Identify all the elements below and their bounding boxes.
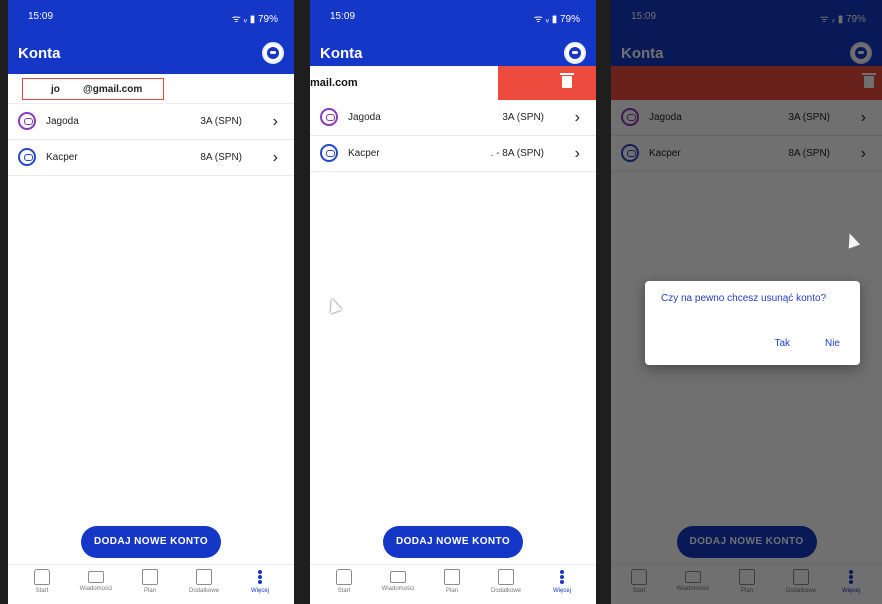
nav-extra[interactable]: Dodatkowe xyxy=(480,569,532,594)
app-bar: Konta xyxy=(8,34,294,74)
email-prefix: jo xyxy=(51,84,60,95)
bottom-nav: Start Wiadomości Plan Dodatkowe Więcej xyxy=(310,564,596,604)
account-class: 8A (SPN) xyxy=(200,152,242,163)
nav-messages[interactable]: Wiadomości xyxy=(70,569,122,592)
email-field[interactable]: jo @gmail.com xyxy=(22,78,164,100)
battery-text: 79% xyxy=(559,14,580,25)
delete-dialog: Czy na pewno chcesz usunąć konto? Tak Ni… xyxy=(645,281,860,365)
dialog-message: Czy na pewno chcesz usunąć konto? xyxy=(661,293,827,304)
email-row[interactable]: jo @gmail.com xyxy=(8,74,294,104)
status-bar: 15:09 ᯤ ᵥ ▮ 79% xyxy=(310,0,596,34)
account-row-kacper[interactable]: Kacper . - 8A (SPN) › xyxy=(310,136,596,172)
nav-extra[interactable]: Dodatkowe xyxy=(178,569,230,594)
avatar-icon xyxy=(18,148,36,166)
screen-swipe-delete: 15:09 ᯤ ᵥ ▮ 79% Konta mail.com Jagoda 3A… xyxy=(310,0,596,604)
chevron-right-icon: › xyxy=(272,149,278,166)
account-class: . - 8A (SPN) xyxy=(490,148,544,159)
avatar-icon xyxy=(18,112,36,130)
screen-delete-dialog: 15:09 ᯤ ᵥ ▮ 79% Konta Jagoda 3A (SPN) › … xyxy=(611,0,882,604)
battery-text: 79% xyxy=(257,14,278,25)
status-right: ᯤ ᵥ ▮ 79% xyxy=(232,11,278,25)
email-suffix: @gmail.com xyxy=(83,84,143,95)
home-icon xyxy=(336,569,352,585)
cursor-icon xyxy=(325,296,343,314)
profile-icon[interactable] xyxy=(564,42,586,64)
account-row-kacper[interactable]: Kacper 8A (SPN) › xyxy=(8,140,294,176)
bottom-nav: Start Wiadomości Plan Dodatkowe Więcej xyxy=(8,564,294,604)
account-row-jagoda[interactable]: Jagoda 3A (SPN) › xyxy=(8,104,294,140)
status-time: 15:09 xyxy=(28,11,54,22)
more-vertical-icon xyxy=(554,569,570,585)
nav-start[interactable]: Start xyxy=(318,569,370,594)
page-title: Konta xyxy=(18,45,61,62)
page-title: Konta xyxy=(320,45,363,62)
avatar-icon xyxy=(320,144,338,162)
signal-icon: ᯤ ᵥ ▮ xyxy=(231,14,256,25)
calendar-icon xyxy=(142,569,158,585)
email-row-swiped[interactable]: mail.com xyxy=(310,66,596,100)
nav-messages[interactable]: Wiadomości xyxy=(372,569,424,592)
account-row-jagoda[interactable]: Jagoda 3A (SPN) › xyxy=(310,100,596,136)
status-bar: 15:09 ᯤ ᵥ ▮ 79% xyxy=(8,0,294,34)
comparison-stage: 15:09 ᯤ ᵥ ▮ 79% Konta jo @gmail.com Jago… xyxy=(0,0,882,604)
confirm-yes-button[interactable]: Tak xyxy=(774,338,790,349)
add-account-button[interactable]: DODAJ NOWE KONTO xyxy=(81,526,221,558)
confirm-no-button[interactable]: Nie xyxy=(825,338,840,349)
nav-plan[interactable]: Plan xyxy=(124,569,176,594)
delete-action[interactable] xyxy=(498,66,596,100)
mail-icon xyxy=(390,571,406,583)
nav-more[interactable]: Więcej xyxy=(234,569,286,594)
status-right: ᯤ ᵥ ▮ 79% xyxy=(534,11,580,25)
account-class: 3A (SPN) xyxy=(200,116,242,127)
screen-accounts: 15:09 ᯤ ᵥ ▮ 79% Konta jo @gmail.com Jago… xyxy=(8,0,294,604)
nav-plan[interactable]: Plan xyxy=(426,569,478,594)
more-vertical-icon xyxy=(252,569,268,585)
mail-icon xyxy=(88,571,104,583)
calendar-icon xyxy=(444,569,460,585)
chevron-right-icon: › xyxy=(574,109,580,126)
avatar-icon xyxy=(320,108,338,126)
chevron-right-icon: › xyxy=(272,113,278,130)
account-name: Kacper xyxy=(46,152,78,163)
account-name: Jagoda xyxy=(46,116,79,127)
home-icon xyxy=(34,569,50,585)
account-name: Jagoda xyxy=(348,112,381,123)
account-class: 3A (SPN) xyxy=(502,112,544,123)
nav-start[interactable]: Start xyxy=(16,569,68,594)
chevron-right-icon: › xyxy=(574,145,580,162)
nav-more[interactable]: Więcej xyxy=(536,569,588,594)
add-account-button[interactable]: DODAJ NOWE KONTO xyxy=(383,526,523,558)
profile-icon[interactable] xyxy=(262,42,284,64)
email-suffix: mail.com xyxy=(310,77,358,89)
calendar-plus-icon xyxy=(498,569,514,585)
trash-icon xyxy=(560,73,574,88)
calendar-plus-icon xyxy=(196,569,212,585)
signal-icon: ᯤ ᵥ ▮ xyxy=(533,14,558,25)
account-name: Kacper xyxy=(348,148,380,159)
status-time: 15:09 xyxy=(330,11,356,22)
